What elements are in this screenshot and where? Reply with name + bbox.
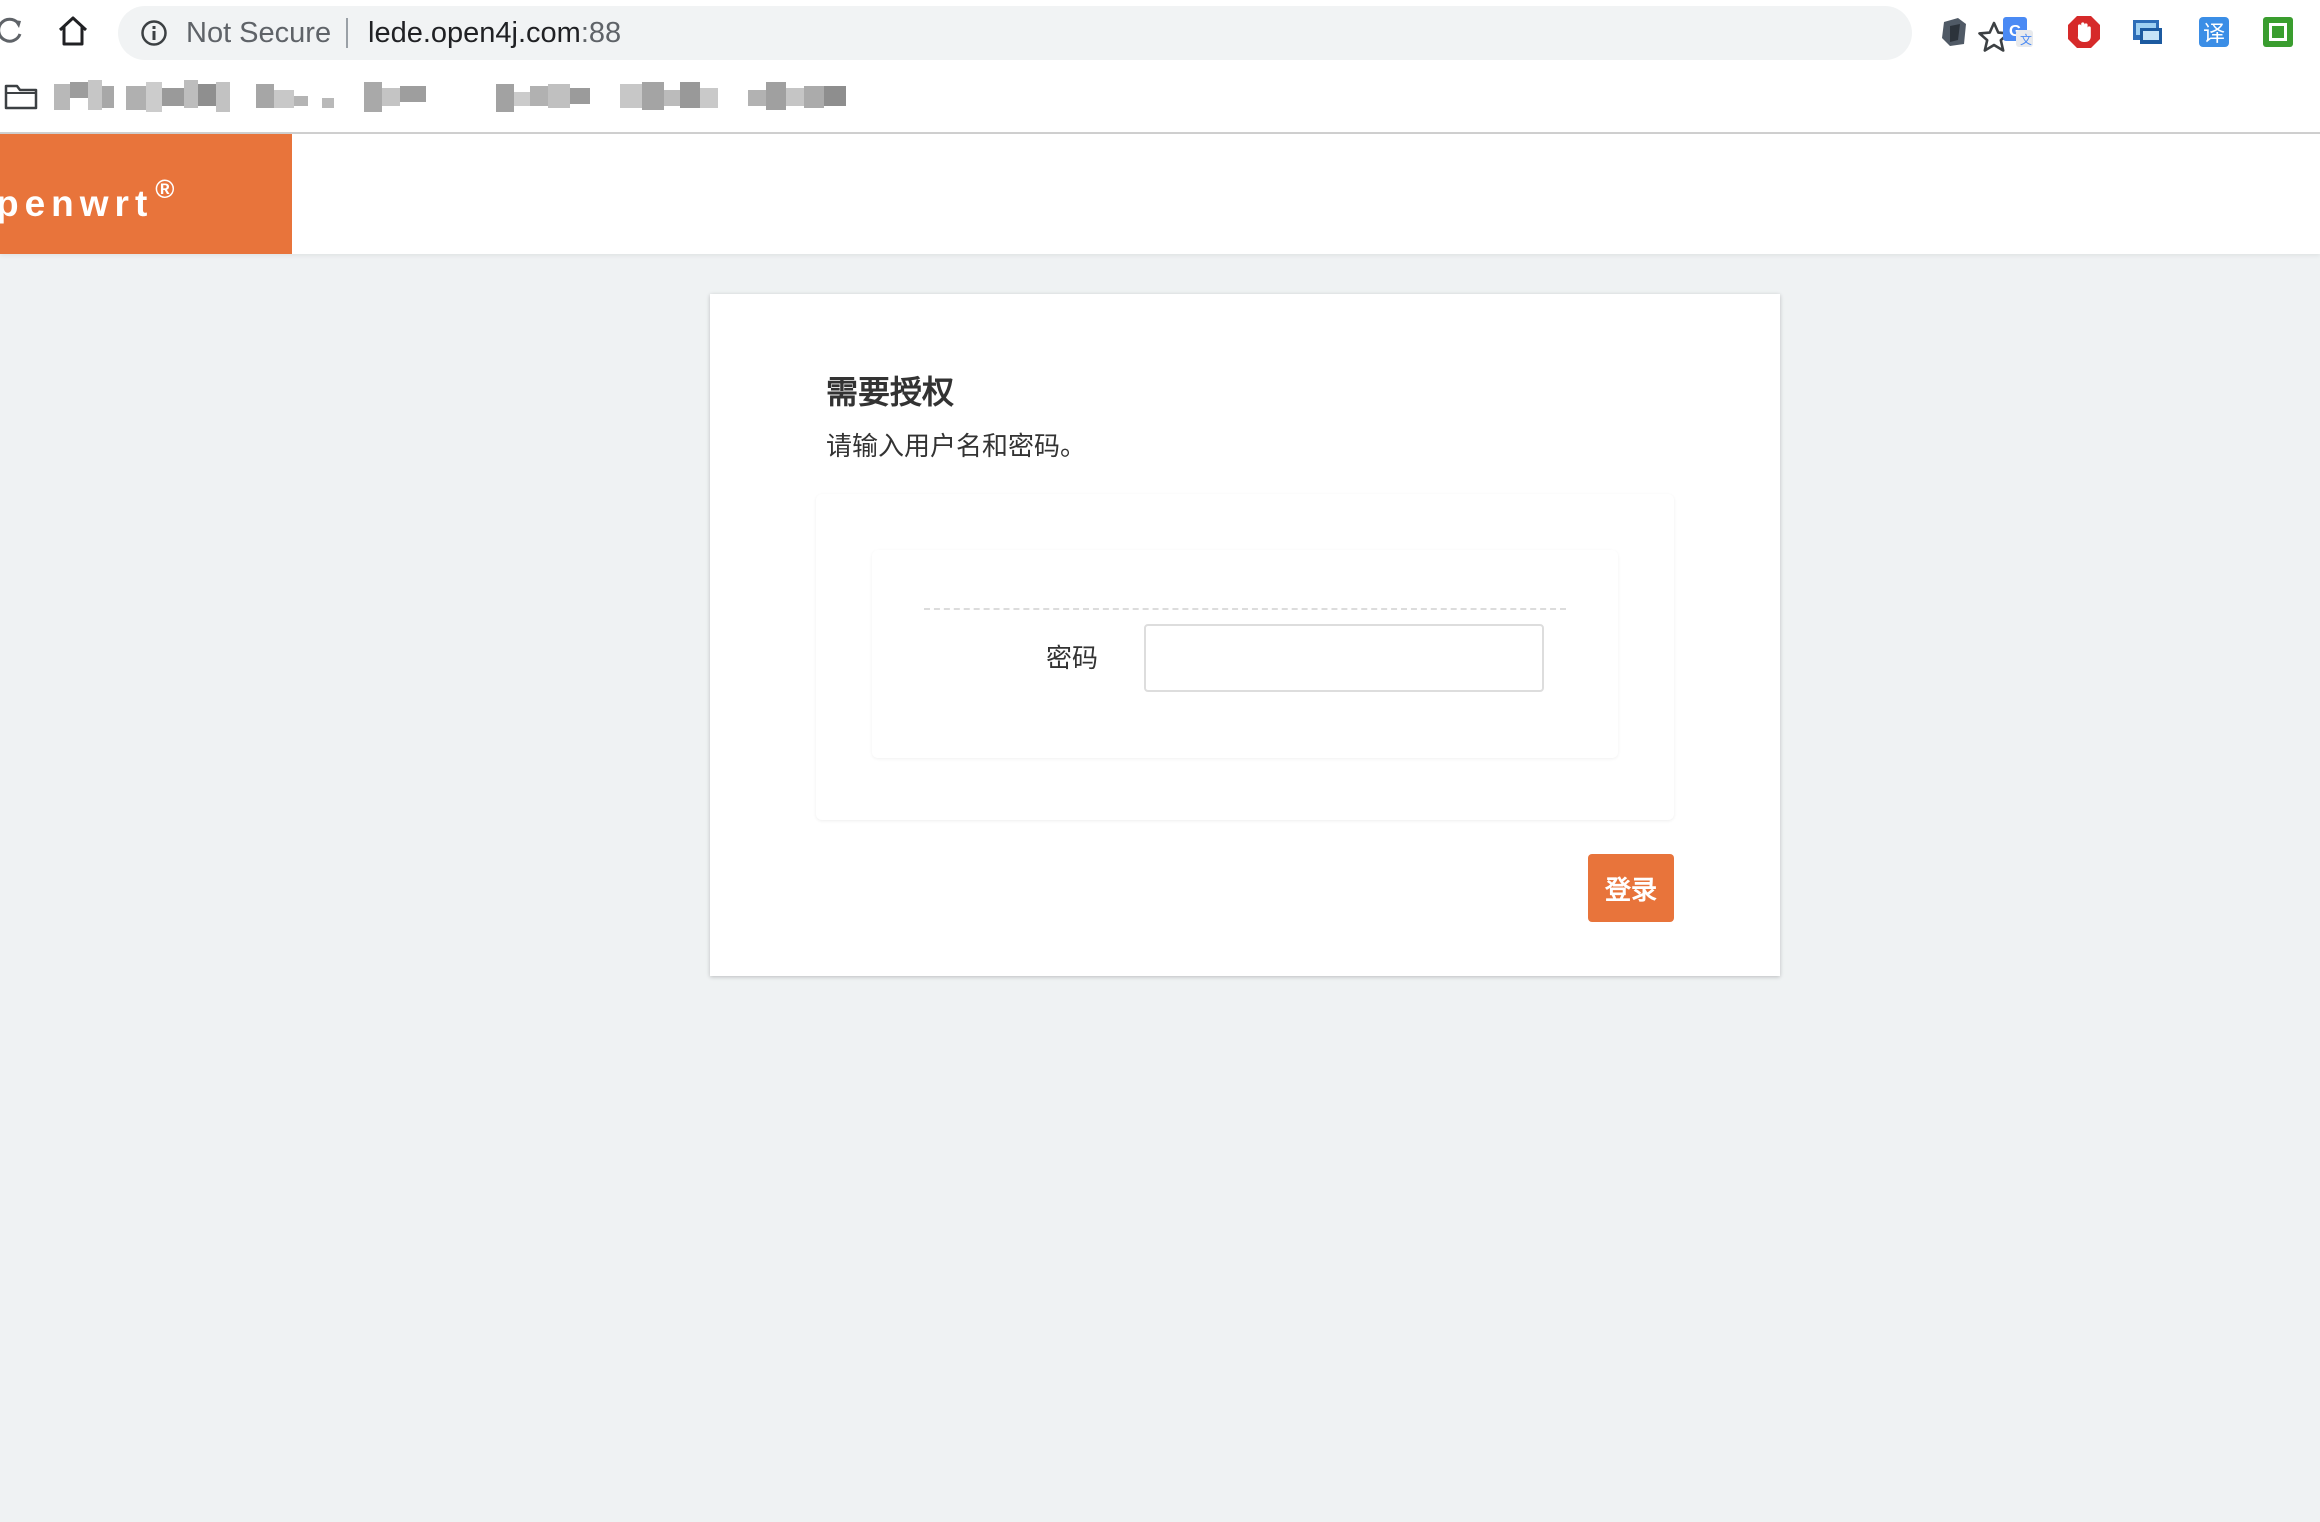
adblock-stop-icon[interactable] (2066, 14, 2102, 50)
info-icon[interactable] (140, 19, 168, 47)
bookmark-item[interactable] (748, 78, 846, 114)
site-header: penwrt® (0, 134, 2320, 254)
address-bar[interactable]: Not Secure lede.open4j.com:88 (118, 6, 2010, 60)
translate-cn-glyph: 译 (2203, 22, 2225, 47)
section-divider (924, 608, 1566, 610)
home-icon[interactable] (56, 14, 90, 48)
bookmark-item[interactable] (54, 78, 114, 114)
screen-capture-icon[interactable] (2130, 14, 2166, 50)
reload-icon[interactable] (0, 14, 26, 48)
brand-name: penwrt (0, 183, 154, 224)
login-card: 需要授权 请输入用户名和密码。 密码 登录 (710, 294, 1780, 976)
password-label: 密码 (1046, 644, 1099, 674)
brand-text: penwrt® (0, 168, 174, 225)
bookmark-item[interactable] (126, 78, 230, 114)
bookmark-item[interactable] (364, 78, 426, 114)
folder-icon[interactable] (4, 82, 38, 110)
auth-description: 请输入用户名和密码。 (826, 432, 1087, 462)
bookmark-item[interactable] (496, 78, 590, 114)
security-status: Not Secure (186, 17, 332, 49)
green-square-icon[interactable] (2260, 14, 2296, 50)
bookmark-item[interactable] (256, 78, 334, 114)
brand-logo[interactable]: penwrt® (0, 134, 292, 254)
url-port: :88 (580, 17, 622, 49)
bookmark-item[interactable] (620, 78, 718, 114)
login-button[interactable]: 登录 (1588, 854, 1674, 922)
bookmarks-bar (0, 64, 2320, 134)
registered-mark: ® (155, 174, 175, 204)
password-input[interactable] (1144, 624, 1544, 692)
url-text[interactable]: lede.open4j.com:88 (368, 16, 621, 50)
omnibox-divider (346, 18, 348, 48)
dark-mode-icon[interactable] (1936, 14, 1972, 50)
login-fieldset: 密码 (816, 494, 1674, 820)
translate-icon[interactable]: G 文 (2000, 14, 2036, 50)
svg-text:文: 文 (2020, 32, 2032, 47)
translate-cn-icon[interactable]: 译 (2196, 14, 2232, 50)
login-fieldset-inner: 密码 (872, 550, 1618, 758)
auth-title: 需要授权 (826, 373, 955, 411)
browser-toolbar: Not Secure lede.open4j.com:88 G 文 译 (0, 0, 2320, 64)
url-host: lede.open4j.com (368, 17, 581, 49)
